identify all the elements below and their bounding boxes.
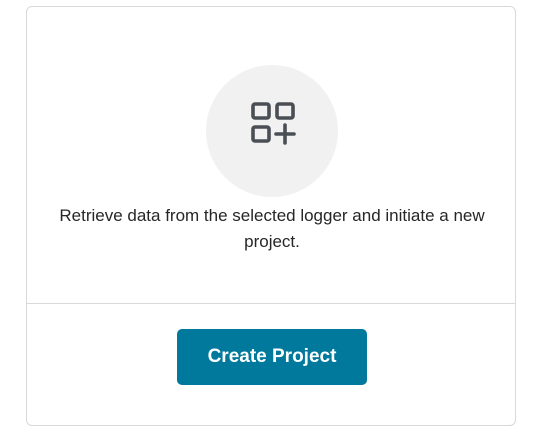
card-body: Retrieve data from the selected logger a…: [27, 7, 515, 303]
card-divider: [27, 303, 515, 304]
create-project-button[interactable]: Create Project: [177, 329, 367, 385]
apps-add-icon: [251, 102, 296, 145]
create-project-card: Retrieve data from the selected logger a…: [26, 6, 516, 426]
card-description: Retrieve data from the selected logger a…: [59, 206, 485, 251]
icon-circle: [206, 65, 338, 197]
